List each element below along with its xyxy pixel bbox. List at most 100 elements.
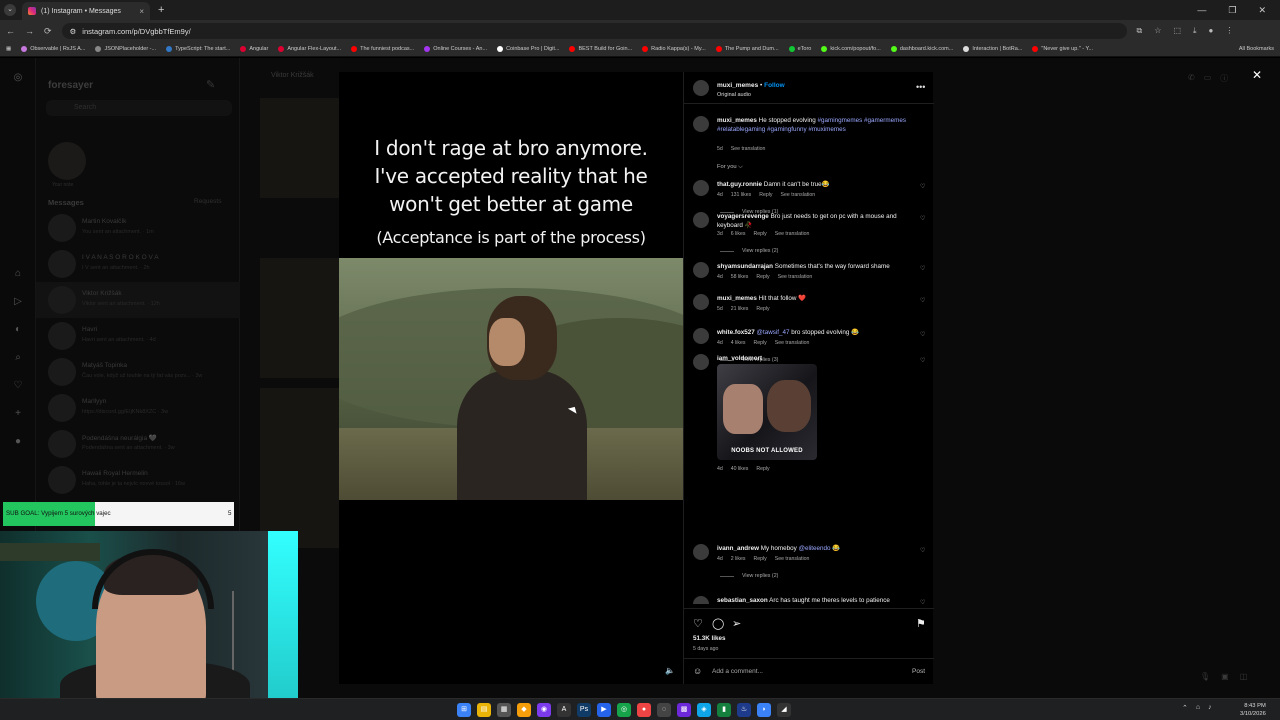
conversation-item[interactable]: Podendášna neurálgia 🖤 Podendášna sent an… [36,426,240,462]
bookmark-item[interactable]: Radio Kappa(s) - My... [642,46,706,52]
comment-user[interactable]: white.fox527 [717,329,755,336]
back-icon[interactable]: ← [6,26,15,36]
comment-input[interactable]: Add a comment... [712,668,763,675]
commenter-avatar[interactable] [693,544,709,560]
bookmark-item[interactable]: The Pump and Dum... [715,46,779,52]
app-icon[interactable]: ▮ [717,703,731,717]
comment-sort-dropdown[interactable]: For you ⌵ [717,164,743,171]
reply-link[interactable]: Reply [754,556,767,562]
post-comment-button[interactable]: Post [912,668,925,675]
app-icon[interactable]: ▩ [677,703,691,717]
author-avatar[interactable] [693,116,709,132]
home-icon[interactable]: ⌂ [12,268,24,280]
conversation-avatar[interactable] [48,430,76,458]
comment-like-heart-icon[interactable]: ♡ [920,265,925,272]
app-icon[interactable]: ● [637,703,651,717]
comment-user[interactable]: that.guy.ronnie [717,181,762,188]
comment-user[interactable]: ivann_andrew [717,545,759,552]
minimize-button[interactable]: — [1197,5,1206,16]
install-icon[interactable]: ⧉ [1137,26,1143,36]
phone-icon[interactable]: ✆ [1188,73,1195,84]
comment-user[interactable]: sebastian_saxon [717,597,768,604]
comment-mention[interactable]: @tawsif_47 [757,329,790,336]
search-icon[interactable]: ⌕ [12,352,24,364]
save-bookmark-icon[interactable]: ⚑ [916,617,926,630]
commenter-avatar[interactable] [693,262,709,278]
bookmark-star-icon[interactable]: ☆ [1154,26,1161,36]
video-frame[interactable] [339,258,683,500]
reply-link[interactable]: Reply [756,306,769,312]
microphone-icon[interactable]: 🎙 [1200,672,1210,681]
comment-like-heart-icon[interactable]: ♡ [920,357,925,364]
profile-avatar-icon[interactable]: ● [12,436,24,448]
info-icon[interactable]: ⓘ [1220,73,1228,84]
menu-icon[interactable]: ⋮ [1225,26,1233,36]
video-call-icon[interactable]: ▭ [1204,73,1212,84]
notifications-heart-icon[interactable]: ♡ [12,380,24,392]
audio-label[interactable]: Original audio [717,92,751,98]
file-explorer-icon[interactable]: ▤ [477,703,491,717]
comment-user[interactable]: iam_voldomort [717,355,762,362]
conversation-item[interactable]: I V A N A S O R O K O V A I V sent an att… [36,246,240,282]
comment-likes[interactable]: 131 likes [731,192,751,198]
note-avatar[interactable] [48,142,86,180]
bookmark-item[interactable]: eToro [788,46,811,52]
reels-icon[interactable]: ▷ [12,296,24,308]
commenter-avatar[interactable] [693,294,709,310]
profile-icon[interactable]: ● [1209,26,1214,36]
instagram-logo-icon[interactable]: ◎ [12,72,24,84]
url-field[interactable]: ⚙ instagram.com/p/DVgbbTfEm9y/ [61,23,1127,39]
conversation-item[interactable]: Hawaii Royal Hermelin Haha, tohle je ta n… [36,462,240,498]
bookmark-item[interactable]: "Never give up." - Y... [1032,46,1093,52]
app-icon[interactable]: ◆ [517,703,531,717]
bookmark-item[interactable]: BEST Build for Goin... [569,46,632,52]
conversation-avatar[interactable] [48,322,76,350]
like-heart-icon[interactable]: ♡ [693,617,703,630]
bookmark-item[interactable]: Online Courses - An... [424,46,487,52]
conversation-avatar[interactable] [48,394,76,422]
commenter-avatar[interactable] [693,596,709,604]
emoji-icon[interactable]: ☺ [693,666,702,676]
comment-like-heart-icon[interactable]: ♡ [920,183,925,190]
comment-user[interactable]: shyamsundarrajan [717,263,773,270]
conversation-item[interactable]: Matyáš Topinka Čau vole, když už touhle n… [36,354,240,390]
start-icon[interactable]: ⊞ [457,703,471,717]
messenger-icon[interactable]: ◐ [12,324,24,336]
steam-icon[interactable]: ♨ [737,703,751,717]
share-send-icon[interactable]: ➢ [732,617,741,630]
chat-media-thumbnail[interactable] [260,258,340,378]
see-translation-link[interactable]: See translation [775,556,810,562]
view-replies-link[interactable]: View replies (2) [720,573,778,579]
sticker-icon[interactable]: ◫ [1240,672,1248,681]
conversation-avatar[interactable] [48,358,76,386]
comment-likes[interactable]: 21 likes [731,306,749,312]
requests-link[interactable]: Requests [194,198,221,205]
close-window-button[interactable]: ✕ [1258,5,1266,16]
tab-instagram[interactable]: (1) Instagram • Messages × [22,2,150,20]
tab-close-icon[interactable]: × [139,7,144,16]
reply-link[interactable]: Reply [756,466,769,472]
comment-gif[interactable]: NOOBS NOT ALLOWED [717,364,817,460]
conversation-item[interactable]: Martin Kovalčík You sent an attachment. ·… [36,210,240,246]
site-info-icon[interactable]: ⚙ [70,27,77,36]
reply-link[interactable]: Reply [754,340,767,346]
volume-icon[interactable]: ♪ [1208,704,1212,712]
more-options-icon[interactable]: ••• [916,82,925,92]
conversation-avatar[interactable] [48,214,76,242]
commenter-avatar[interactable] [693,354,709,370]
post-media[interactable]: I don't rage at bro anymore. I've accept… [339,72,683,684]
comment-icon[interactable]: ◯ [712,617,724,630]
bookmark-item[interactable]: The funniest podcas... [351,46,414,52]
chat-media-thumbnail[interactable] [260,388,340,548]
see-translation-link[interactable]: See translation [775,340,810,346]
comment-likes[interactable]: 40 likes [731,466,749,472]
comment-like-heart-icon[interactable]: ♡ [920,599,925,604]
chrome-icon[interactable]: ◎ [617,703,631,717]
app-icon[interactable]: ◌ [657,703,671,717]
post-author[interactable]: muxi_memes [717,82,758,89]
see-translation-link[interactable]: See translation [731,146,766,152]
forward-icon[interactable]: → [25,26,34,36]
maximize-button[interactable]: ❐ [1228,5,1236,16]
author-avatar[interactable] [693,80,709,96]
bookmark-item[interactable]: Coinbase Pro | Digit... [497,46,559,52]
